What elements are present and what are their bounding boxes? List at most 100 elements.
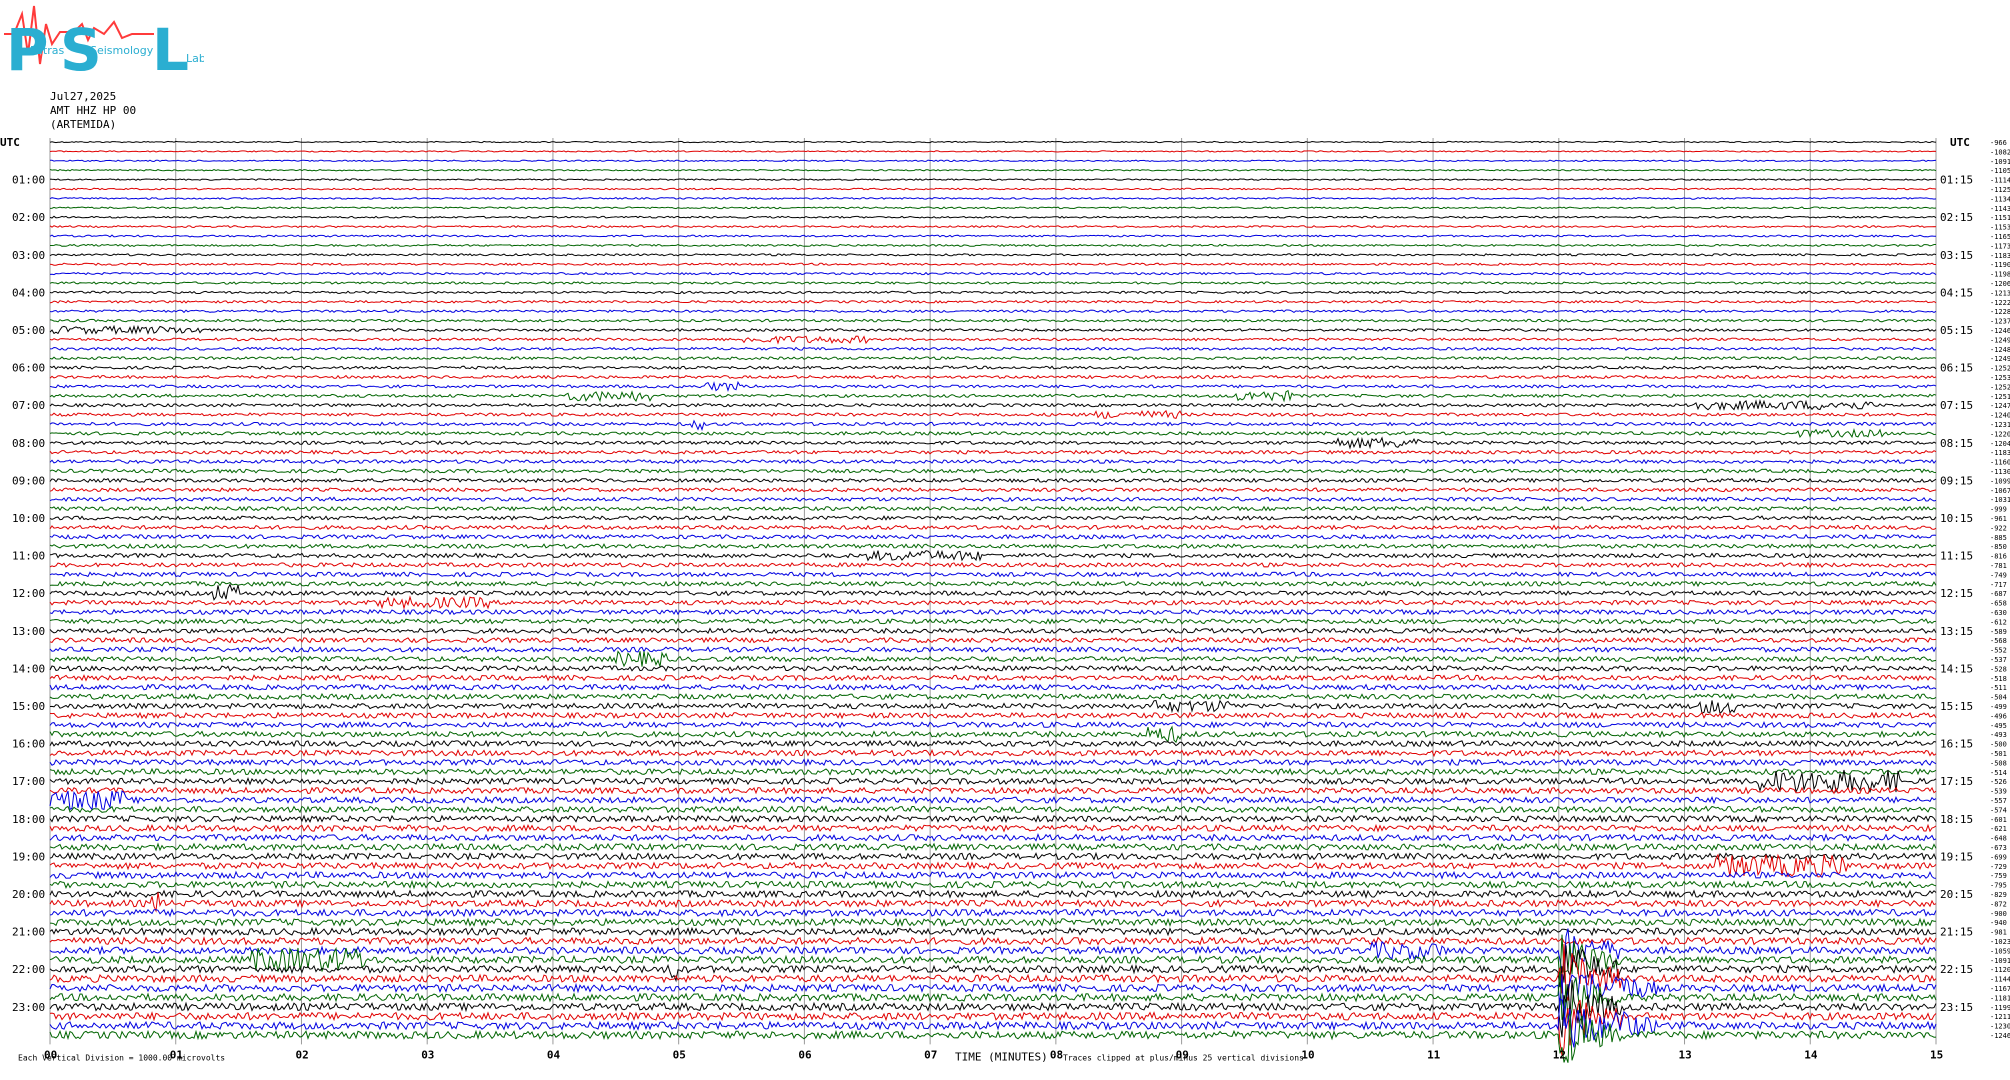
seismic-trace [49, 318, 1937, 323]
hour-label-right: 15:15 [1940, 700, 1973, 713]
trace-offset-label: -552 [1990, 647, 2007, 655]
trace-offset-label: -557 [1990, 797, 2007, 805]
hour-label-left: 13:00 [12, 625, 45, 638]
trace-offset-label: -1082 [1990, 148, 2010, 156]
seismic-trace [49, 374, 1937, 380]
hour-label-right: 23:15 [1940, 1001, 1973, 1014]
hour-label-left: 05:00 [12, 324, 45, 337]
hour-label-right: 07:15 [1940, 399, 1973, 412]
scale-note: Each Vertical Division = 1000.00 microvo… [18, 1053, 225, 1062]
trace-offset-label: -1198 [1990, 271, 2010, 279]
trace-offset-label: -966 [1990, 139, 2007, 147]
seismic-trace [49, 225, 1937, 229]
trace-offset-label: -1199 [1990, 1004, 2010, 1012]
seismic-trace [49, 790, 1937, 811]
trace-offset-label: -1251 [1990, 393, 2010, 401]
trace-offset-label: -1091 [1990, 158, 2010, 166]
seismic-trace [49, 524, 1937, 531]
trace-offset-label: -900 [1990, 910, 2007, 918]
trace-offset-label: -795 [1990, 882, 2007, 890]
trace-offset-label: -537 [1990, 656, 2007, 664]
seismic-trace [49, 299, 1937, 304]
hour-label-right: 22:15 [1940, 963, 1973, 976]
seismic-trace [49, 487, 1937, 493]
trace-offset-label: -612 [1990, 618, 2007, 626]
hour-label-left: 20:00 [12, 888, 45, 901]
x-tick-label: 13 [1679, 1048, 1692, 1061]
seismic-trace [49, 449, 1937, 455]
trace-offset-label: -500 [1990, 741, 2007, 749]
trace-offset-label: -1211 [1990, 1013, 2010, 1021]
trace-offset-label: -1204 [1990, 440, 2010, 448]
trace-offset-label: -829 [1990, 891, 2007, 899]
seismic-trace [49, 168, 1937, 172]
trace-offset-label: -601 [1990, 816, 2007, 824]
hour-label-right: 04:15 [1940, 286, 1973, 299]
hour-label-right: 14:15 [1940, 662, 1973, 675]
trace-offset-label: -589 [1990, 628, 2007, 636]
trace-offset-label: -729 [1990, 863, 2007, 871]
seismic-trace [49, 917, 1937, 928]
seismic-trace [49, 335, 1937, 345]
seismic-trace [50, 243, 1936, 248]
seismic-trace [49, 892, 1937, 913]
utc-label-left: UTC [0, 136, 20, 149]
hour-label-left: 12:00 [12, 587, 45, 600]
trace-offset-label: -1240 [1990, 412, 2010, 420]
seismic-trace [49, 767, 1937, 776]
seismic-trace [49, 674, 1937, 682]
trace-offset-label: -1183 [1990, 252, 2010, 260]
seismic-trace [49, 739, 1937, 748]
trace-offset-label: -1190 [1990, 261, 2010, 269]
trace-offset-label: -1130 [1990, 468, 2010, 476]
seismic-trace [49, 608, 1937, 616]
trace-offset-label: -1105 [1990, 167, 2010, 175]
trace-offset-label: -508 [1990, 759, 2007, 767]
hour-label-left: 08:00 [12, 437, 45, 450]
seismic-trace [49, 935, 1937, 946]
hour-label-right: 01:15 [1940, 174, 1973, 187]
hour-label-right: 09:15 [1940, 474, 1973, 487]
seismic-trace [49, 389, 1937, 403]
seismic-trace [49, 459, 1937, 465]
trace-offset-label: -1167 [1990, 985, 2010, 993]
hour-label-left: 23:00 [12, 1001, 45, 1014]
helicorder-plot: -966-1082-1091-1105-1114-1125-1134-1143-… [0, 136, 2010, 1063]
trace-offset-label: -528 [1990, 665, 2007, 673]
seismic-trace [49, 262, 1936, 266]
seismic-trace [49, 436, 1937, 450]
seismic-trace [49, 468, 1937, 474]
trace-offset-label: -749 [1990, 571, 2007, 579]
trace-offset-label: -1099 [1990, 477, 2010, 485]
trace-offset-label: -1247 [1990, 402, 2010, 410]
trace-offset-label: -1067 [1990, 487, 2010, 495]
seismic-trace [49, 720, 1937, 729]
x-tick-label: 11 [1427, 1048, 1441, 1061]
seismic-trace [50, 159, 1937, 163]
x-tick-label: 07 [924, 1048, 937, 1061]
trace-offset-label: -621 [1990, 825, 2007, 833]
trace-offset-label: -568 [1990, 637, 2007, 645]
x-tick-label: 15 [1930, 1048, 1943, 1061]
hour-label-left: 10:00 [12, 512, 45, 525]
hour-label-left: 02:00 [12, 211, 45, 224]
trace-offset-label: -630 [1990, 609, 2007, 617]
seismic-trace [49, 842, 1937, 852]
seismic-trace [49, 215, 1937, 219]
seismic-trace [49, 870, 1937, 880]
hour-label-left: 16:00 [12, 738, 45, 751]
seismic-trace [49, 324, 1937, 336]
hour-label-right: 03:15 [1940, 249, 1973, 262]
hour-label-right: 20:15 [1940, 888, 1973, 901]
trace-offset-label: -1253 [1990, 374, 2010, 382]
seismic-trace [49, 664, 1937, 672]
trace-offset-label: -526 [1990, 778, 2007, 786]
hour-label-left: 21:00 [12, 926, 45, 939]
trace-offset-label: -1181 [1990, 994, 2010, 1002]
trace-offset-label: -1114 [1990, 177, 2010, 185]
trace-offset-label: -850 [1990, 543, 2007, 551]
trace-offset-label: -885 [1990, 534, 2007, 542]
seismic-trace [49, 583, 1937, 601]
utc-label-right: UTC [1950, 136, 1970, 149]
hour-label-right: 05:15 [1940, 324, 1973, 337]
